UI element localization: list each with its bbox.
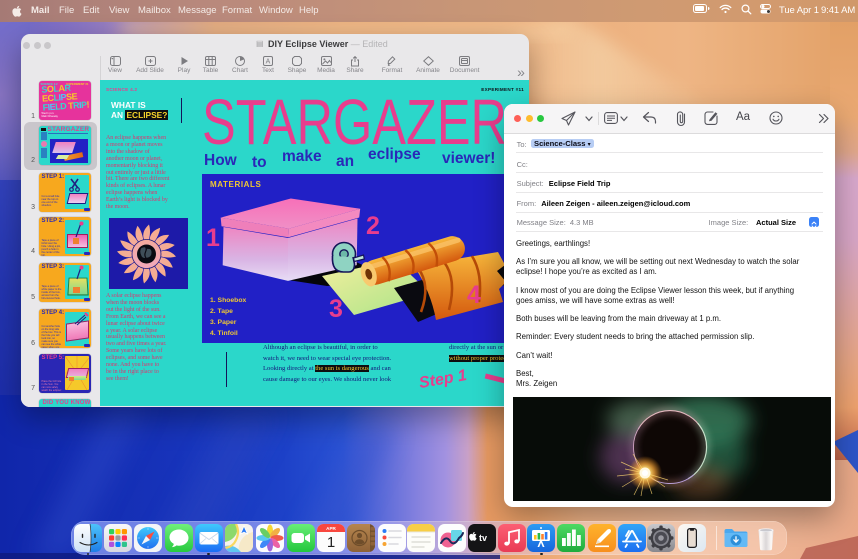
svg-text:STARGAZER: STARGAZER (202, 91, 507, 149)
svg-text:1: 1 (327, 534, 335, 551)
svg-text:APR: APR (326, 526, 336, 531)
svg-text:tv: tv (479, 533, 487, 543)
svg-text:Howtomakeaneclipseviewer!: Howtomakeaneclipseviewer! (204, 146, 495, 171)
svg-text:A: A (266, 59, 271, 66)
